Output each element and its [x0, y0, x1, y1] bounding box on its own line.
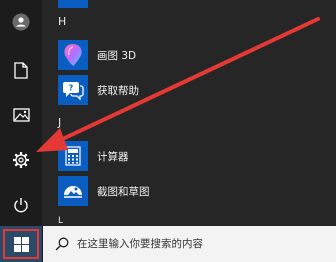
app-label: 计算器	[97, 150, 129, 163]
app-label: 获取帮助	[97, 84, 139, 97]
section-letter-h[interactable]: H	[58, 15, 66, 28]
calculator-icon	[65, 146, 81, 166]
section-letter-j[interactable]: J	[58, 116, 61, 129]
document-icon	[14, 61, 28, 79]
app-snip-sketch[interactable]: 截图和草图	[58, 175, 318, 207]
settings-button[interactable]	[0, 138, 42, 182]
app-calculator[interactable]: 计算器	[58, 140, 318, 172]
power-icon	[14, 198, 28, 213]
calculator-tile	[58, 141, 88, 171]
user-icon	[12, 13, 30, 31]
taskbar-search-box[interactable]	[43, 226, 336, 262]
start-button-highlight	[3, 229, 39, 259]
taskbar	[0, 226, 336, 262]
app-label: 画图 3D	[97, 49, 137, 62]
paint3d-tile	[58, 40, 88, 70]
app-paint-3d[interactable]: 画图 3D	[58, 39, 318, 71]
start-menu-rail	[0, 0, 42, 226]
user-account-button[interactable]	[0, 0, 42, 44]
app-get-help[interactable]: ? 获取帮助	[58, 74, 318, 106]
app-label: 截图和草图	[97, 185, 150, 198]
snip-sketch-icon	[64, 186, 82, 198]
paint3d-icon	[64, 44, 82, 66]
partial-app-tile	[58, 0, 88, 8]
search-input[interactable]	[77, 238, 317, 250]
settings-icon	[13, 152, 29, 168]
power-button[interactable]	[0, 183, 42, 227]
get-help-tile: ?	[58, 75, 88, 105]
pictures-button[interactable]	[0, 93, 42, 137]
documents-button[interactable]	[0, 48, 42, 92]
pictures-icon	[12, 108, 30, 122]
search-icon	[55, 237, 69, 251]
app-list: H 画图 3D ? 获取帮助 J 计算器 截图和草图 L	[42, 0, 336, 226]
section-letter-l[interactable]: L	[58, 216, 63, 226]
snip-sketch-tile	[58, 176, 88, 206]
svg-text:?: ?	[69, 84, 74, 93]
get-help-icon: ?	[63, 82, 84, 100]
